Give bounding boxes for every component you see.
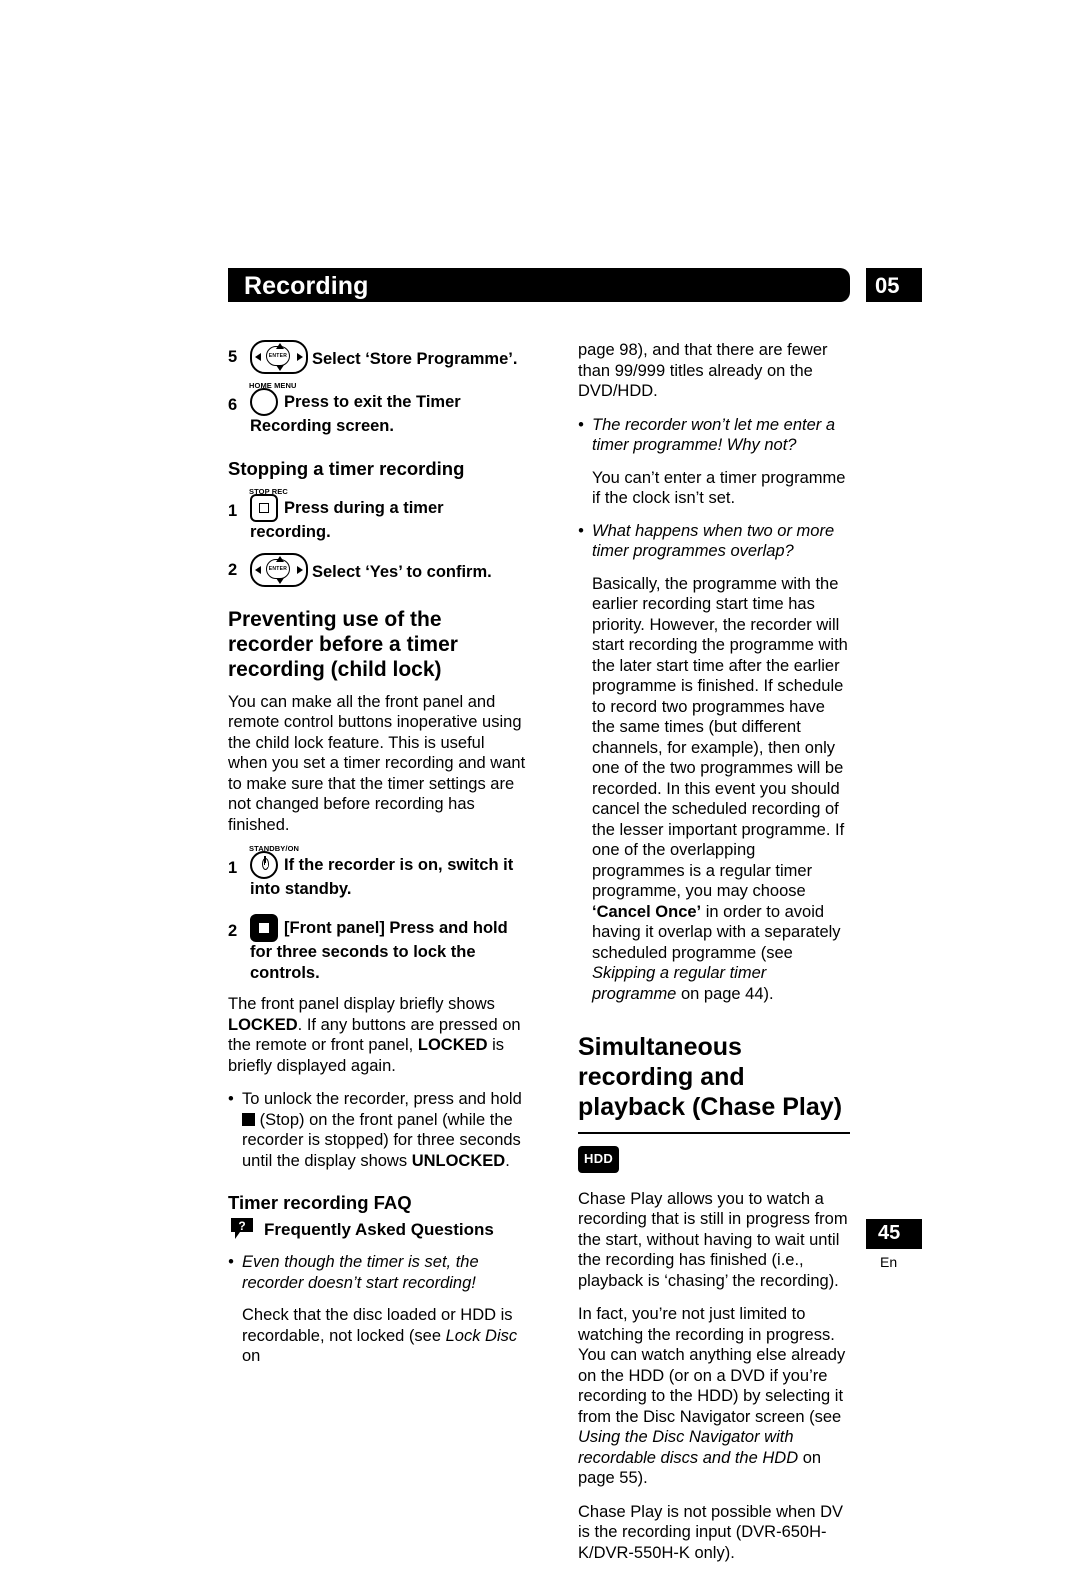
chapter-number: 05 [875,273,900,298]
unlock-text-part3: . [505,1151,510,1170]
faq-answer-3: Basically, the programme with the earlie… [578,574,850,1005]
chase-p2-part1: In fact, you’re not just limited to watc… [578,1305,846,1426]
enter-button-icon: ENTER [250,552,308,587]
faq-answer-3-part1: Basically, the programme with the earlie… [592,574,848,901]
svg-text:?: ? [238,1219,245,1233]
home-menu-button-icon [250,388,278,416]
chase-paragraph-2: In fact, you’re not just limited to watc… [578,1304,850,1489]
enter-button-icon: ENTER [250,340,308,374]
right-column: page 98), and that there are fewer than … [578,340,850,1576]
hdd-badge: HDD [578,1146,620,1173]
locked-keyword: LOCKED [228,1015,298,1034]
step-5: 5 ENTER Select ‘Store Programme’. [228,340,528,374]
chase-paragraph-3: Chase Play is not possible when DV is th… [578,1502,844,1562]
step-body: ENTER Select ‘Yes’ to confirm. [228,552,528,587]
page-number: 45 [878,1222,901,1244]
paragraph-child-lock: You can make all the front panel and rem… [228,692,526,834]
language-code: En [880,1254,898,1270]
unlocked-keyword: UNLOCKED [411,1151,506,1170]
bullet-unlock: To unlock the recorder, press and hold (… [228,1089,528,1171]
step-number: 2 [228,560,238,579]
faq-answer-3-part3: on page 44). [676,984,774,1003]
continuation-paragraph: page 98), and that there are fewer than … [578,341,828,400]
faq-answer-1-italic: Lock Disc [445,1326,518,1345]
document-page: Recording 05 5 ENTER Select ‘Store Progr… [0,0,1080,1562]
stop-step-1: 1 STOP REC Press during a timer recordin… [228,487,528,543]
step-number: 5 [228,348,238,366]
stop-square-icon [242,1112,255,1126]
front-panel-stop-button-icon [250,914,278,942]
faq-answer-1-part2: on [242,1347,261,1365]
step-body: HOME MENU Press to exit the Timer Record… [228,381,528,437]
faq-question-1: Even though the timer is set, the record… [228,1252,528,1293]
paragraph-locked-display: The front panel display briefly shows LO… [228,994,528,1076]
stop-rec-button-icon [250,493,278,522]
stop-step-2-text: Select ‘Yes’ to confirm. [312,562,492,581]
locked-text-part1: The front panel display briefly shows [228,995,495,1013]
faq-question-3: What happens when two or more timer prog… [578,521,850,562]
faq-answer-2: You can’t enter a timer programme if the… [592,468,846,508]
step-body: STOP REC Press during a timer recording. [228,487,528,543]
stop-step-2: 2 ENTER Select ‘Yes’ to confirm. [228,552,528,587]
unlock-text-part1: To unlock the recorder, press and hold [242,1090,522,1108]
heading-timer-recording-faq: Timer recording FAQ [228,1192,412,1213]
section-divider [578,1132,850,1134]
step-body: ENTER Select ‘Store Programme’. [228,340,528,374]
enter-icon-label: ENTER [266,346,290,366]
chapter-tab: 05 [866,268,922,302]
standby-power-button-icon [250,851,278,879]
faq-question-2: The recorder won’t let me enter a timer … [578,415,850,456]
faq-answer-1: Check that the disc loaded or HDD is rec… [228,1305,528,1367]
step-number: 1 [228,501,238,520]
locked-keyword-2: LOCKED [417,1036,488,1054]
page-number-box: 45 [866,1219,922,1249]
lock-step-1: 1 STANDBY/ON If the recorder is on, swit… [228,844,528,900]
lock-step-2: 2 [Front panel] Press and hold for three… [228,914,528,984]
step-body: [Front panel] Press and hold for three s… [228,914,528,984]
step-number: 2 [228,922,238,940]
chase-paragraph-1: Chase Play allows you to watch a recordi… [578,1189,848,1290]
heading-preventing-use: Preventing use of the recorder before a … [228,607,458,681]
step-5-text: Select ‘Store Programme’. [312,350,518,368]
step-body: STANDBY/ON If the recorder is on, switch… [228,844,528,900]
heading-stopping-timer-recording: Stopping a timer recording [228,458,465,479]
page-title: Recording [244,272,369,300]
left-column: 5 ENTER Select ‘Store Programme’. 6 HOME… [228,340,528,1379]
faq-title-text: Frequently Asked Questions [264,1219,494,1239]
enter-icon-label: ENTER [266,558,290,579]
hdd-badge-wrapper: HDD [578,1136,850,1189]
cancel-once-keyword: ‘Cancel Once’ [592,902,702,921]
heading-chase-play: Simultaneous recording and playback (Cha… [578,1033,843,1121]
chase-p2-italic: Using the Disc Navigator with recordable… [578,1428,799,1467]
step-number: 6 [228,396,238,414]
step-number: 1 [228,859,238,877]
faq-header: ? Frequently Asked Questions [228,1217,528,1241]
lock-step-2-text: [Front panel] Press and hold for three s… [250,919,508,982]
lock-step-1-text: If the recorder is on, switch it into st… [250,856,514,898]
page-header-bar: Recording [228,268,850,302]
question-mark-icon: ? [228,1216,256,1242]
step-6: 6 HOME MENU Press to exit the Timer Reco… [228,381,528,437]
